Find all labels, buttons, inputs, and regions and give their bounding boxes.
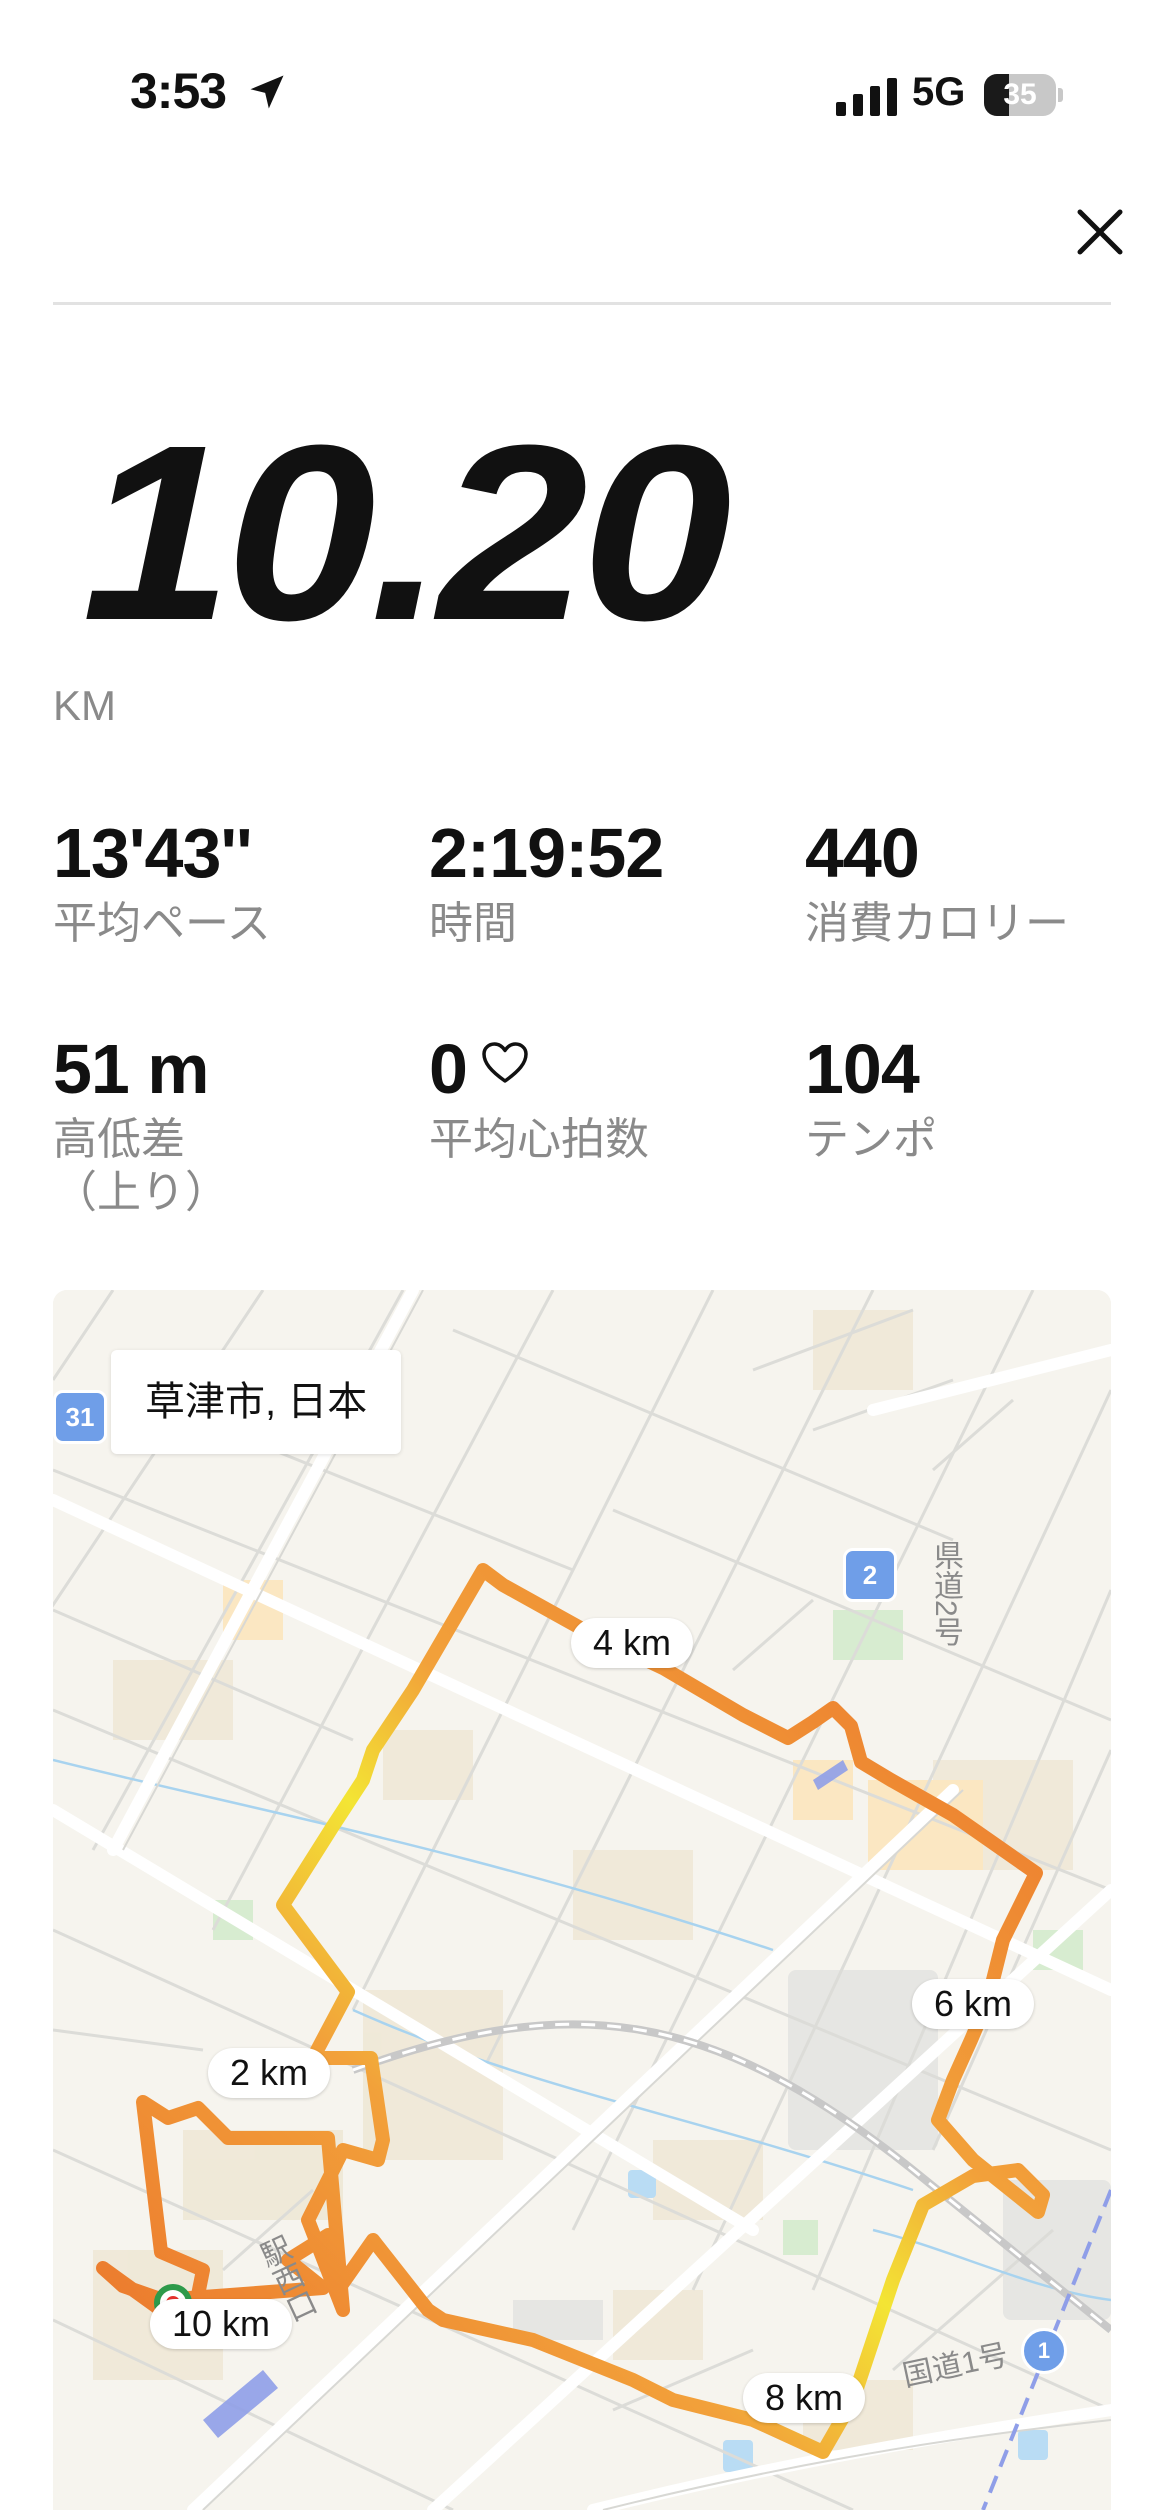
stat-cadence: 104 テンポ <box>805 1034 937 1167</box>
activity-summary-screen: 3:53 5G 35 10.20 KM 13'43'' 平均ペース 2:19:5… <box>0 0 1152 2510</box>
stat-value-row: 0 <box>429 1034 649 1104</box>
status-time: 3:53 <box>130 63 227 119</box>
road-badge-1: 1 <box>1021 2328 1067 2374</box>
stat-value: 2:19:52 <box>429 814 664 892</box>
stat-label: 平均心拍数 <box>429 1115 649 1164</box>
road-badge-2: 2 <box>843 1548 897 1602</box>
map-location-label: 草津市, 日本 <box>111 1350 402 1454</box>
location-arrow-icon <box>250 75 284 109</box>
stat-value: 440 <box>805 814 920 892</box>
stat-elevation-gain: 51 m 高低差 （上り） <box>53 1034 229 1220</box>
km-marker-4: 4 km <box>570 1618 694 1668</box>
battery-percent: 35 <box>1003 78 1037 111</box>
stat-label: 高低差 （上り） <box>53 1115 229 1217</box>
stat-label: 平均ペース <box>53 899 271 948</box>
stat-duration: 2:19:52 時間 <box>429 814 664 951</box>
stat-value: 51 m <box>53 1030 210 1108</box>
stat-value: 0 <box>429 1030 468 1108</box>
battery-icon: 35 <box>984 74 1064 116</box>
road-label: 県道2号 <box>929 1540 962 1647</box>
km-marker-6: 6 km <box>911 1979 1035 2029</box>
road-badge-31: 31 <box>53 1390 107 1444</box>
cellular-signal-icon <box>836 78 897 116</box>
km-marker-2: 2 km <box>207 2048 331 2098</box>
km-marker-8: 8 km <box>742 2373 866 2423</box>
distance-unit: KM <box>53 682 116 729</box>
stat-label: テンポ <box>805 1115 937 1164</box>
network-type: 5G <box>912 70 966 114</box>
total-distance: 10.20 <box>82 393 732 672</box>
km-marker-10: 10 km <box>149 2299 293 2349</box>
header-divider <box>53 302 1111 305</box>
stat-label: 消費カロリー <box>805 899 1069 948</box>
close-icon[interactable] <box>1064 196 1136 268</box>
route-map[interactable]: 草津市, 日本 31 2 1 県道2号 国道1号 駅西口 2 km 4 km 6… <box>53 1290 1111 2510</box>
stat-avg-pace: 13'43'' 平均ペース <box>53 818 271 951</box>
stat-value: 13'43'' <box>53 814 253 892</box>
heart-icon <box>482 1042 528 1083</box>
stat-label: 時間 <box>429 899 517 948</box>
stat-calories: 440 消費カロリー <box>805 818 1069 951</box>
stat-value: 104 <box>805 1030 920 1108</box>
status-bar: 3:53 5G 35 <box>0 0 1152 150</box>
stat-avg-heart-rate: 0 平均心拍数 <box>429 1034 649 1167</box>
